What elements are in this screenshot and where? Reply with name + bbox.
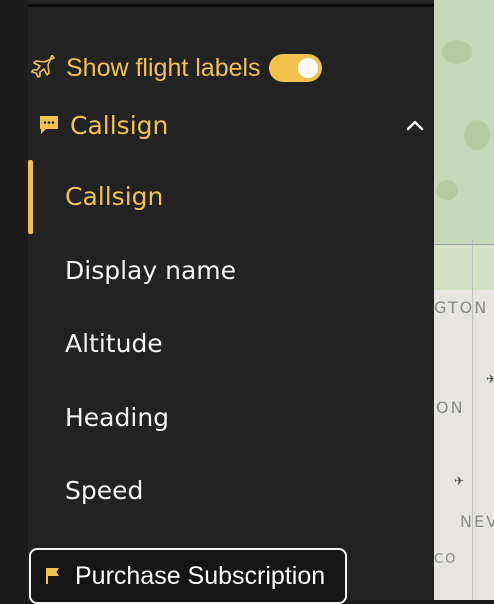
purchase-subscription-label: Purchase Subscription [75,561,326,590]
map-label: CO [434,552,458,567]
label-type-selected: Callsign [70,110,169,140]
option-heading[interactable]: Heading [28,381,434,455]
option-display-name[interactable]: Display name [28,234,434,308]
flight-label-panel: Show flight labels Callsign Callsign Dis… [28,0,434,600]
toggle-knob [297,58,318,78]
show-flight-labels-toggle[interactable] [268,54,322,82]
map-label: ON [436,398,465,417]
purchase-subscription-button[interactable]: Purchase Subscription [29,548,347,604]
aircraft-icon[interactable]: ✈ [454,474,464,488]
map-label: GTON [434,298,489,317]
option-speed[interactable]: Speed [28,454,434,528]
option-label: Callsign [65,182,164,212]
option-label: Display name [65,255,236,285]
show-flight-labels-row[interactable]: Show flight labels [28,48,322,88]
map-label: NEV [460,512,494,531]
option-altitude[interactable]: Altitude [28,307,434,381]
label-type-options: Callsign Display name Altitude Heading S… [28,160,434,528]
map-terrain [436,180,458,200]
map-terrain [464,120,490,150]
map-terrain [442,40,472,64]
fighter-jet-icon [31,55,55,78]
aircraft-icon[interactable]: ✈ [486,372,494,386]
chevron-up-icon[interactable] [404,114,426,136]
option-label: Speed [65,476,144,506]
flag-icon [46,568,59,584]
map-forest-area-lower [434,245,494,290]
label-type-dropdown[interactable]: Callsign [28,104,434,146]
option-label: Heading [65,402,170,432]
map-border-line [472,240,473,600]
option-label: Altitude [65,329,163,359]
map-border-line [434,244,494,245]
map-view[interactable]: GTON ON NEV CO ✈ ✈ [434,0,494,600]
message-icon [40,116,58,134]
show-flight-labels-label: Show flight labels [66,53,261,82]
selected-indicator [28,160,33,234]
option-callsign[interactable]: Callsign [28,160,434,234]
panel-top-divider [28,4,434,7]
